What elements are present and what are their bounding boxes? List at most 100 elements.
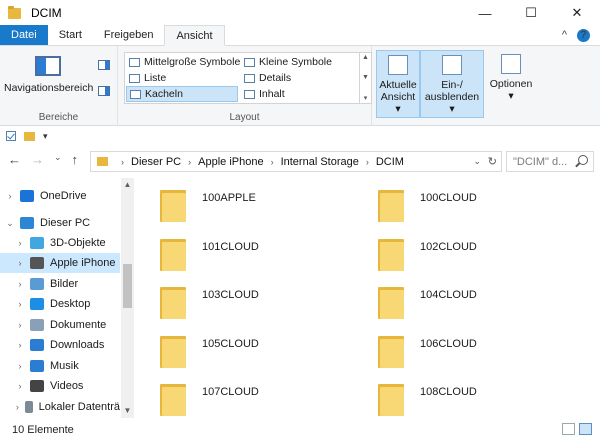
tab-view[interactable]: Ansicht <box>164 25 225 46</box>
crumb-dcim[interactable]: DCIM <box>376 156 404 168</box>
tab-file[interactable]: Datei <box>0 25 48 45</box>
expand-chevron-icon[interactable]: ⌄ <box>4 218 16 229</box>
forward-button[interactable]: → <box>31 152 44 167</box>
nav-item[interactable]: › Lokaler Datenträ <box>0 397 120 417</box>
nav-item[interactable]: › Dokumente <box>0 315 120 335</box>
navigation-pane-icon <box>35 56 61 76</box>
collapse-ribbon-button[interactable]: ^ <box>562 29 567 41</box>
folder-icon <box>160 190 186 222</box>
expand-chevron-icon[interactable]: › <box>14 299 26 309</box>
folder-icon <box>8 5 21 19</box>
nav-item[interactable]: › Videos <box>0 376 120 396</box>
scroll-down-icon[interactable]: ▼ <box>121 404 134 418</box>
layout-tiles[interactable]: Kacheln <box>126 86 238 102</box>
show-hide-label-2: ausblenden ▾ <box>424 91 480 115</box>
address-dropdown-icon[interactable]: ⌄ <box>473 152 481 171</box>
ribbon: Navigationsbereich Bereiche Mittelgroße … <box>0 46 600 126</box>
folder-tile[interactable]: 100CLOUD <box>378 186 578 226</box>
expand-chevron-icon[interactable]: › <box>14 258 26 268</box>
current-view-label-2-text: Ansicht <box>380 91 416 103</box>
folder-name: 102CLOUD <box>420 240 477 253</box>
nav-item[interactable]: › Bilder <box>0 274 120 294</box>
show-hide-label-1: Ein-/ <box>441 79 463 91</box>
nav-item[interactable]: › OneDrive <box>0 186 120 206</box>
quick-access-toolbar: ▾ <box>0 127 600 145</box>
expand-chevron-icon[interactable]: › <box>14 340 26 350</box>
layout-gallery-scroll[interactable]: ▲ ▼ ▾ <box>360 52 372 104</box>
expand-chevron-icon[interactable]: › <box>14 381 26 391</box>
content-icon <box>244 89 255 99</box>
current-view-button[interactable]: Aktuelle Ansicht ▾ <box>376 50 420 118</box>
folder-name: 104CLOUD <box>420 289 477 301</box>
properties-icon[interactable] <box>6 131 16 141</box>
large-icons-view-icon[interactable] <box>579 423 592 435</box>
folder-tile[interactable]: 102CLOUD <box>378 235 578 275</box>
layout-medium-icons[interactable]: Mittelgroße Symbole <box>126 54 243 70</box>
ribbon-group-panes: Navigationsbereich Bereiche <box>0 46 118 126</box>
expand-chevron-icon[interactable]: › <box>14 238 26 248</box>
expand-chevron-icon[interactable]: › <box>14 361 26 371</box>
small-icons-icon <box>244 57 255 67</box>
refresh-icon[interactable]: ↻ <box>488 152 497 171</box>
ribbon-group-layout: Mittelgroße Symbole Liste Kacheln Kleine… <box>118 46 372 126</box>
layout-details[interactable]: Details <box>241 70 335 86</box>
folder-tile[interactable]: 100APPLE <box>160 186 360 226</box>
tab-start[interactable]: Start <box>48 25 93 45</box>
customize-toolbar-icon[interactable]: ▾ <box>43 131 48 142</box>
layout-small-icons[interactable]: Kleine Symbole <box>241 54 335 70</box>
layout-content[interactable]: Inhalt <box>241 86 335 102</box>
crumb-apple-iphone[interactable]: Apple iPhone <box>198 156 263 168</box>
folder-tile[interactable]: 108CLOUD <box>378 380 578 420</box>
folder-tile[interactable]: 106CLOUD <box>378 332 578 372</box>
layout-item-label: Liste <box>144 72 167 84</box>
layout-column-2: Kleine Symbole Details Inhalt <box>241 54 335 102</box>
layout-list[interactable]: Liste <box>126 70 243 86</box>
expand-chevron-icon[interactable]: › <box>14 402 21 412</box>
options-button[interactable]: Optionen ▾ <box>488 50 534 118</box>
folder-tile[interactable]: 101CLOUD <box>160 235 360 275</box>
navigation-scrollbar[interactable]: ▲ ▼ <box>121 178 134 418</box>
details-pane-icon[interactable] <box>98 86 110 96</box>
search-input[interactable]: "DCIM" d... <box>506 151 594 172</box>
details-view-icon[interactable] <box>562 423 575 435</box>
scroll-up-icon[interactable]: ▲ <box>121 178 134 192</box>
list-icon <box>129 73 140 83</box>
documents-icon <box>30 319 44 331</box>
folder-tile[interactable]: 107CLOUD <box>160 380 360 420</box>
help-icon[interactable]: ? <box>577 28 590 42</box>
nav-item[interactable]: › 3D-Objekte <box>0 233 120 253</box>
nav-item[interactable]: › Apple iPhone <box>0 253 120 273</box>
folder-tile[interactable]: 104CLOUD <box>378 283 578 323</box>
close-button[interactable]: ✕ <box>554 0 600 26</box>
nav-item-label: Lokaler Datenträ <box>38 401 120 413</box>
show-hide-icon <box>442 55 462 75</box>
address-bar[interactable]: › Dieser PC › Apple iPhone › Internal St… <box>90 151 502 172</box>
show-hide-button[interactable]: Ein-/ ausblenden ▾ <box>420 50 484 118</box>
nav-item-label: OneDrive <box>40 190 87 202</box>
nav-item[interactable]: › Downloads <box>0 335 120 355</box>
recent-locations-icon[interactable]: ⌄ <box>54 152 62 167</box>
expand-chevron-icon[interactable]: › <box>14 320 26 330</box>
back-button[interactable]: ← <box>8 152 21 167</box>
expand-chevron-icon[interactable]: › <box>4 191 16 201</box>
scrollbar-thumb[interactable] <box>123 264 132 308</box>
navigation-pane-button[interactable]: Navigationsbereich <box>4 52 93 100</box>
folder-tile[interactable]: 105CLOUD <box>160 332 360 372</box>
minimize-button[interactable]: — <box>462 0 508 26</box>
window-title: DCIM <box>31 6 62 20</box>
cube-icon <box>30 237 44 249</box>
nav-item[interactable]: ⌄ Dieser PC <box>0 213 120 233</box>
nav-item[interactable]: › Desktop <box>0 294 120 314</box>
up-button[interactable]: ↑ <box>72 152 79 167</box>
crumb-this-pc[interactable]: Dieser PC <box>131 156 181 168</box>
folder-name: 108CLOUD <box>420 386 477 398</box>
maximize-button[interactable]: ☐ <box>508 0 554 26</box>
new-folder-icon[interactable] <box>24 131 35 141</box>
crumb-internal-storage[interactable]: Internal Storage <box>281 156 359 168</box>
tab-share[interactable]: Freigeben <box>93 25 165 45</box>
preview-pane-icon[interactable] <box>98 60 110 70</box>
layout-item-label: Kacheln <box>145 88 183 100</box>
expand-chevron-icon[interactable]: › <box>14 279 26 289</box>
nav-item[interactable]: › Musik <box>0 356 120 376</box>
folder-tile[interactable]: 103CLOUD <box>160 283 360 323</box>
